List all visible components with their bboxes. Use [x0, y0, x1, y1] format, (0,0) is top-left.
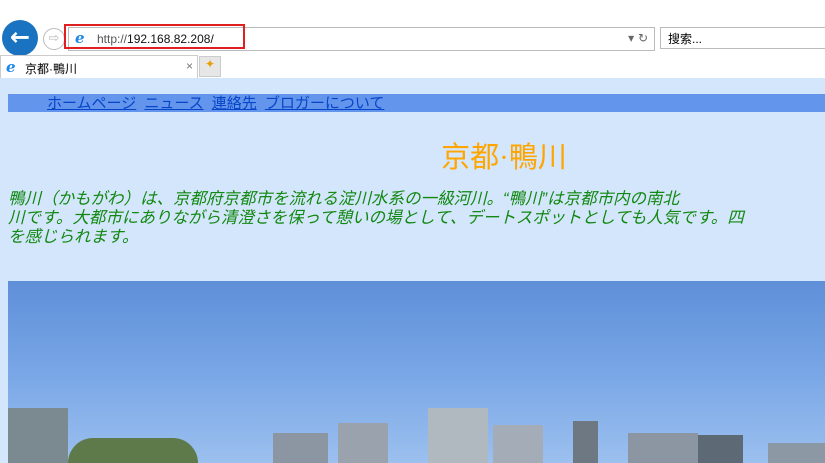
menu-about-link[interactable]: ブロガーについて [265, 95, 385, 112]
menu-home-link[interactable]: ホームページ [47, 95, 136, 112]
intro-paragraph: 鴨川（かもがわ）は、京都府京都市を流れる淀川水系の一級河川。“鴨川”は京都市内の… [8, 190, 825, 247]
new-tab-button[interactable]: ✦ [199, 56, 221, 77]
browser-toolbar: ← ⇨ e http://192.168.82.208/ ▾ ↻ 搜索... e… [0, 0, 825, 78]
forward-button[interactable]: ⇨ [43, 28, 65, 50]
url-highlight-box [64, 24, 245, 49]
refresh-icon[interactable]: ↻ [638, 31, 648, 45]
paragraph-line: 鴨川（かもがわ）は、京都府京都市を流れる淀川水系の一級河川。“鴨川”は京都市内の… [8, 190, 679, 208]
tab-title: 京都·鴨川 [25, 62, 77, 76]
page-title: 京都·鴨川 [441, 142, 567, 174]
menu-news-link[interactable]: ニュース [144, 95, 203, 112]
tab-kamogawa[interactable]: e 京都·鴨川 × [0, 55, 198, 78]
search-input[interactable]: 搜索... [660, 27, 825, 49]
web-page: ホームページ ニュース 連絡先 ブロガーについて 京都·鴨川 鴨川（かもがわ）は… [0, 78, 825, 463]
nav-menu: ホームページ ニュース 連絡先 ブロガーについて [8, 94, 825, 112]
close-tab-icon[interactable]: × [186, 59, 193, 73]
paragraph-line: を感じられます。 [8, 228, 139, 246]
kamogawa-photo [8, 281, 825, 463]
back-button[interactable]: ← [2, 20, 38, 56]
paragraph-line: 川です。大都市にありながら清澄さを保って憩いの場として、デートスポットとしても人… [8, 209, 744, 227]
menu-contact-link[interactable]: 連絡先 [212, 95, 257, 112]
ie-tab-icon: e [6, 58, 16, 76]
dropdown-icon[interactable]: ▾ [628, 31, 634, 45]
